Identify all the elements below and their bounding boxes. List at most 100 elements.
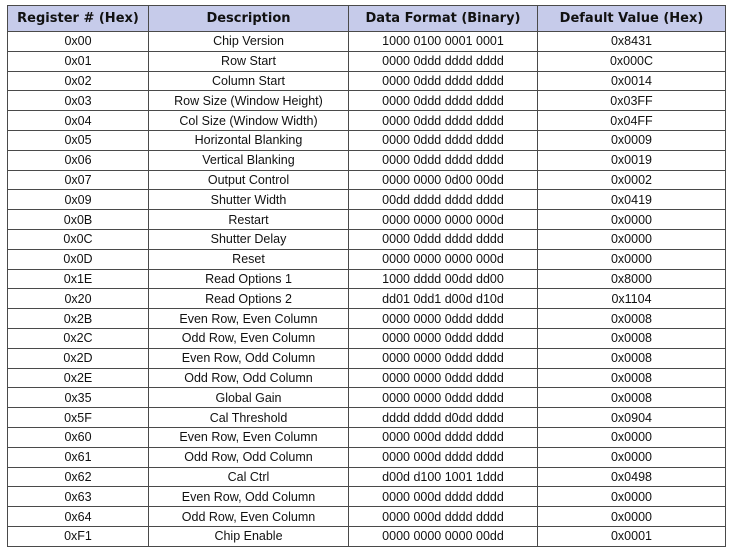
register-cell: 0x60 [7, 426, 149, 448]
table-row: 0x20 Read Options 2 dd01 0dd1 d00d d10d 0x1… [7, 288, 726, 310]
description-cell: Chip Enable [148, 525, 349, 547]
register-cell: 0x05 [7, 129, 149, 151]
table-row: 0x06 Vertical Blanking 0000 0ddd dddd dddd… [7, 149, 726, 171]
description-cell: Output Control [148, 169, 349, 191]
register-cell: 0x20 [7, 288, 149, 310]
table-row: 0x2C Odd Row, Even Column 0000 0000 0ddd d… [7, 327, 726, 349]
data-format-cell: 0000 000d dddd dddd [348, 506, 538, 527]
data-format-cell: 0000 0ddd dddd dddd [348, 70, 538, 92]
description-cell: Odd Row, Even Column [148, 506, 349, 527]
register-cell: 0x0B [7, 209, 149, 230]
table-row: 0x0B Restart 0000 0000 0000 000d 0x0000 [7, 209, 726, 230]
table-row: 0x62 Cal Ctrl d00d d100 1001 1ddd 0x0498 [7, 466, 726, 488]
default-value-cell: 0x000C [537, 50, 726, 72]
description-cell: Even Row, Odd Column [148, 486, 349, 508]
default-value-cell: 0x0014 [537, 70, 726, 92]
data-format-cell: 0000 0000 0000 000d [348, 248, 538, 270]
data-format-cell: 0000 0ddd dddd dddd [348, 149, 538, 171]
default-value-cell: 0x1104 [537, 288, 726, 310]
data-format-cell: 0000 0ddd dddd dddd [348, 110, 538, 131]
table-row: 0x0D Reset 0000 0000 0000 000d 0x0000 [7, 248, 726, 270]
data-format-cell: 1000 0100 0001 0001 [348, 31, 538, 52]
data-format-cell: 0000 0000 0ddd dddd [348, 327, 538, 349]
register-cell: 0x04 [7, 110, 149, 131]
register-cell: 0x02 [7, 70, 149, 92]
default-value-cell: 0x0000 [537, 228, 726, 250]
default-value-cell: 0x0008 [537, 387, 726, 409]
register-cell: 0x2D [7, 347, 149, 369]
register-cell: 0x61 [7, 446, 149, 468]
table-row: 0x04 Col Size (Window Width) 0000 0ddd ddd… [7, 110, 726, 131]
register-cell: 0x5F [7, 407, 149, 428]
header-register: Register # (Hex) [7, 5, 149, 32]
table-row: 0x5F Cal Threshold dddd dddd d0dd dddd 0x09… [7, 407, 726, 428]
data-format-cell: 0000 0000 0000 000d [348, 209, 538, 230]
description-cell: Column Start [148, 70, 349, 92]
table-row: 0x1E Read Options 1 1000 dddd 00dd dd00 0x8… [7, 268, 726, 290]
description-cell: Even Row, Odd Column [148, 347, 349, 369]
register-cell: 0xF1 [7, 525, 149, 547]
description-cell: Shutter Width [148, 189, 349, 211]
header-description: Description [148, 5, 349, 32]
table-row: 0x64 Odd Row, Even Column 0000 000d dddd d… [7, 506, 726, 527]
description-cell: Cal Threshold [148, 407, 349, 428]
default-value-cell: 0x03FF [537, 90, 726, 112]
data-format-cell: 0000 0000 0d00 00dd [348, 169, 538, 191]
data-format-cell: 0000 0ddd dddd dddd [348, 90, 538, 112]
register-cell: 0x2C [7, 327, 149, 349]
header-default-value: Default Value (Hex) [537, 5, 726, 32]
description-cell: Row Size (Window Height) [148, 90, 349, 112]
table-row: 0xF1 Chip Enable 0000 0000 0000 00dd 0x0001 [7, 525, 726, 547]
default-value-cell: 0x0000 [537, 426, 726, 448]
default-value-cell: 0x0008 [537, 327, 726, 349]
description-cell: Odd Row, Even Column [148, 327, 349, 349]
table-row: 0x61 Odd Row, Odd Column 0000 000d dddd dd… [7, 446, 726, 468]
data-format-cell: dddd dddd d0dd dddd [348, 407, 538, 428]
register-cell: 0x63 [7, 486, 149, 508]
data-format-cell: 0000 0ddd dddd dddd [348, 129, 538, 151]
register-cell: 0x06 [7, 149, 149, 171]
default-value-cell: 0x0000 [537, 248, 726, 270]
data-format-cell: 0000 0000 0ddd dddd [348, 367, 538, 389]
description-cell: Restart [148, 209, 349, 230]
description-cell: Row Start [148, 50, 349, 72]
data-format-cell: d00d d100 1001 1ddd [348, 466, 538, 488]
default-value-cell: 0x0009 [537, 129, 726, 151]
data-format-cell: 0000 0ddd dddd dddd [348, 228, 538, 250]
default-value-cell: 0x8431 [537, 31, 726, 52]
description-cell: Chip Version [148, 31, 349, 52]
table-row: 0x2B Even Row, Even Column 0000 0000 0ddd … [7, 308, 726, 329]
register-cell: 0x64 [7, 506, 149, 527]
default-value-cell: 0x0419 [537, 189, 726, 211]
default-value-cell: 0x04FF [537, 110, 726, 131]
description-cell: Even Row, Even Column [148, 308, 349, 329]
table-row: 0x0C Shutter Delay 0000 0ddd dddd dddd 0x00… [7, 228, 726, 250]
default-value-cell: 0x0002 [537, 169, 726, 191]
data-format-cell: 0000 0000 0000 00dd [348, 525, 538, 547]
default-value-cell: 0x0904 [537, 407, 726, 428]
description-cell: Odd Row, Odd Column [148, 446, 349, 468]
data-format-cell: 0000 0000 0ddd dddd [348, 387, 538, 409]
description-cell: Even Row, Even Column [148, 426, 349, 448]
register-cell: 0x62 [7, 466, 149, 488]
register-cell: 0x09 [7, 189, 149, 211]
table-row: 0x2D Even Row, Odd Column 0000 0000 0ddd d… [7, 347, 726, 369]
data-format-cell: 0000 0000 0ddd dddd [348, 308, 538, 329]
register-cell: 0x00 [7, 31, 149, 52]
table-row: 0x03 Row Size (Window Height) 0000 0ddd dd… [7, 90, 726, 112]
data-format-cell: 0000 0000 0ddd dddd [348, 347, 538, 369]
default-value-cell: 0x0008 [537, 308, 726, 329]
default-value-cell: 0x0000 [537, 446, 726, 468]
description-cell: Read Options 2 [148, 288, 349, 310]
register-cell: 0x01 [7, 50, 149, 72]
data-format-cell: 0000 000d dddd dddd [348, 486, 538, 508]
register-cell: 0x2E [7, 367, 149, 389]
data-format-cell: 1000 dddd 00dd dd00 [348, 268, 538, 290]
default-value-cell: 0x8000 [537, 268, 726, 290]
data-format-cell: 0000 000d dddd dddd [348, 446, 538, 468]
description-cell: Read Options 1 [148, 268, 349, 290]
register-cell: 0x07 [7, 169, 149, 191]
default-value-cell: 0x0000 [537, 506, 726, 527]
table-row: 0x09 Shutter Width 00dd dddd dddd dddd 0x04… [7, 189, 726, 211]
register-table: Register # (Hex) Description Data Format (… [7, 5, 726, 547]
